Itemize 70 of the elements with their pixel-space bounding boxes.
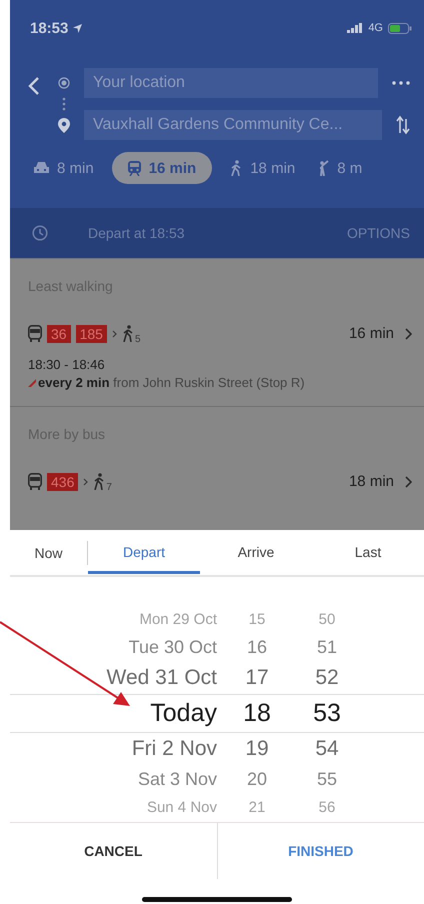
person-hailing-icon: [317, 160, 330, 176]
picker-date: Sat 3 Nov: [136, 769, 217, 790]
bus-icon: [28, 325, 42, 342]
picker-date: Tue 30 Oct: [128, 636, 217, 658]
train-icon: [128, 160, 141, 176]
route-frequency: every 2 min from John Ruskin Street (Stop R): [38, 375, 305, 390]
picker-hour: 15: [248, 610, 266, 628]
destination-field[interactable]: Vauxhall Gardens Community Ce...: [84, 110, 382, 140]
location-arrow-icon: [73, 24, 82, 32]
picker-minute: 55: [316, 769, 338, 790]
route-card[interactable]: 436 7 18 min: [10, 452, 424, 509]
car-icon: [34, 161, 49, 175]
picker-hour: 16: [246, 636, 268, 658]
date-time-picker[interactable]: Mon 29 Oct 15 50 Tue 30 Oct 16 51 Wed 31 Oct 17 52 Today 18 53 Fri 2 Nov 19 54 Sat 3 Nov 20 55 Sun 4 Nov 21 56: [10, 577, 424, 822]
picker-date: Sun 4 Nov: [146, 799, 217, 816]
battery-icon: [388, 22, 412, 34]
travel-mode-tab[interactable]: 18 min: [226, 152, 300, 184]
swap-icon[interactable]: [396, 115, 410, 135]
bus-line-badge: 436: [47, 472, 78, 490]
travel-mode-tab[interactable]: 8 min: [30, 152, 98, 184]
travel-mode-tab[interactable]: 16 min: [112, 152, 212, 184]
picker-hour: 21: [248, 799, 266, 816]
pin-icon: [58, 118, 70, 132]
more-icon[interactable]: [392, 81, 410, 85]
signal-icon: [347, 23, 364, 33]
travel-mode-tab[interactable]: 8 m: [313, 152, 366, 184]
picker-hour: 19: [244, 737, 270, 762]
depart-time-label[interactable]: Depart at 18:53: [88, 225, 185, 241]
picker-tab[interactable]: Arrive: [200, 531, 312, 574]
picker-hour: 18: [242, 699, 272, 728]
picker-date: Today: [149, 699, 217, 728]
picker-hour: 17: [244, 666, 270, 690]
bus-icon: [28, 473, 42, 490]
chevron-icon: [405, 328, 412, 340]
picker-minute: 51: [316, 636, 338, 658]
route-duration: 16 min: [348, 325, 394, 342]
walk-minutes: 5: [134, 334, 140, 345]
chevron-icon: [112, 330, 117, 338]
picker-date: Wed 31 Oct: [106, 666, 217, 690]
bus-line-badge: 185: [76, 324, 107, 342]
picker-date: Fri 2 Nov: [130, 737, 217, 762]
walking-person-icon: [122, 325, 134, 342]
chevron-icon: [83, 478, 88, 486]
bus-line-badge: 36: [47, 324, 71, 342]
options-link[interactable]: OPTIONS: [346, 225, 410, 241]
connector-dots-icon: [62, 97, 66, 111]
route-times: 18:30 - 18:46: [28, 357, 106, 372]
picker-tab[interactable]: Depart: [88, 531, 200, 574]
origin-dot-icon: [58, 77, 70, 89]
route-duration: 18 min: [348, 473, 394, 490]
back-icon[interactable]: [28, 76, 40, 96]
picker-minute: 52: [314, 666, 340, 690]
picker-minute: 54: [314, 737, 340, 762]
picker-tab[interactable]: Now: [10, 540, 88, 564]
realtime-icon: [28, 378, 36, 386]
picker-minute: 50: [318, 610, 336, 628]
chevron-icon: [405, 476, 412, 488]
route-card[interactable]: 36 185 5 16 min 18:30 - 18:46 every 2 min from John Ruskin Street (Stop R): [10, 304, 424, 407]
walking-person-icon: [230, 160, 242, 176]
status-time: 18:53: [30, 20, 68, 36]
picker-hour: 20: [246, 769, 268, 790]
walk-minutes: 7: [106, 482, 112, 493]
walking-person-icon: [93, 473, 106, 490]
picker-date: Mon 29 Oct: [138, 610, 217, 628]
picker-minute: 53: [312, 699, 342, 728]
clock-icon: [32, 225, 48, 241]
picker-minute: 56: [318, 799, 336, 816]
network-label: 4G: [368, 22, 383, 34]
origin-field[interactable]: Your location: [84, 68, 378, 98]
picker-tab[interactable]: Last: [312, 531, 424, 574]
